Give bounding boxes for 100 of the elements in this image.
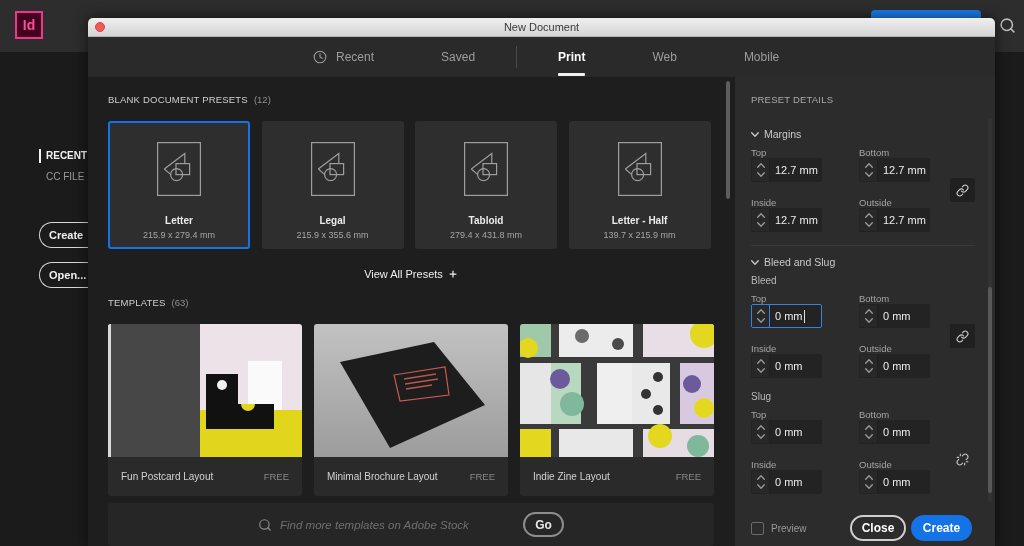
chevron-up-icon[interactable] <box>756 359 765 364</box>
section-title: TEMPLATES <box>108 297 166 309</box>
chevron-down-icon[interactable] <box>864 434 873 439</box>
number-field[interactable]: 0 mm <box>859 304 930 328</box>
chevron-down-icon[interactable] <box>756 172 765 177</box>
close-button[interactable] <box>95 22 105 32</box>
section-toggle[interactable]: Margins <box>751 128 802 140</box>
field-label: Inside <box>751 198 777 208</box>
template-card[interactable]: Fun Postcard Layout FREE <box>108 324 302 496</box>
field-label: Outside <box>859 198 892 208</box>
tab[interactable]: Web <box>652 37 677 77</box>
field-label: Inside <box>751 344 777 354</box>
preset-card[interactable]: Letter 215.9 x 279.4 mm <box>108 121 250 249</box>
go-button[interactable]: Go <box>523 512 564 537</box>
stepper[interactable] <box>860 159 878 181</box>
tab[interactable]: Mobile <box>743 37 780 77</box>
search-field[interactable]: Find more templates on Adobe Stock <box>280 518 475 531</box>
tab[interactable]: Recent <box>313 37 375 77</box>
stepper[interactable] <box>752 305 770 327</box>
field-value: 0 mm <box>882 476 911 488</box>
field-value: 0 mm <box>882 360 911 372</box>
chevron-down-icon[interactable] <box>756 484 765 489</box>
tab[interactable]: Print <box>558 37 586 77</box>
stepper[interactable] <box>860 471 878 493</box>
template-price: FREE <box>675 471 701 482</box>
preview-checkbox[interactable] <box>751 521 764 535</box>
tab[interactable]: Saved <box>441 37 476 77</box>
chevron-down-icon[interactable] <box>756 222 765 227</box>
template-name: Minimal Brochure Layout <box>327 471 438 482</box>
number-field[interactable]: 0 mm <box>751 354 822 378</box>
chevron-up-icon[interactable] <box>756 425 765 430</box>
window-title: New Document <box>503 21 580 33</box>
group-label: Slug <box>751 391 772 403</box>
chevron-down-icon[interactable] <box>864 222 873 227</box>
number-field[interactable]: 12.7 mm <box>859 208 930 232</box>
chevron-up-icon[interactable] <box>756 309 765 314</box>
chevron-down-icon[interactable] <box>864 172 873 177</box>
chevron-up-icon[interactable] <box>864 425 873 430</box>
chevron-up-icon[interactable] <box>756 163 765 168</box>
number-field[interactable]: 0 mm <box>859 420 930 444</box>
sidebar-item[interactable]: CC FILE <box>39 170 85 184</box>
field-value: 0 mm <box>882 426 911 438</box>
stepper[interactable] <box>752 471 770 493</box>
stepper[interactable] <box>752 159 770 181</box>
stepper[interactable] <box>860 209 878 231</box>
number-field[interactable]: 0 mm <box>859 470 930 494</box>
section-title: BLANK DOCUMENT PRESETS <box>108 94 248 106</box>
close-button[interactable]: Close <box>850 515 906 541</box>
chevron-down-icon[interactable] <box>864 368 873 373</box>
link-button[interactable] <box>950 178 975 202</box>
section-toggle[interactable]: Bleed and Slug <box>751 256 836 268</box>
chevron-up-icon[interactable] <box>864 163 873 168</box>
search-icon[interactable] <box>999 17 1016 34</box>
chevron-down-icon[interactable] <box>864 318 873 323</box>
field-value: 12.7 mm <box>882 164 926 176</box>
field-value: 12.7 mm <box>882 214 926 226</box>
preset-size: 215.9 x 355.6 mm <box>296 229 369 241</box>
number-field[interactable]: 12.7 mm <box>751 208 822 232</box>
field-label: Outside <box>859 344 892 354</box>
preset-card[interactable]: Legal 215.9 x 355.6 mm <box>261 121 404 249</box>
number-field[interactable]: 0 mm <box>859 354 930 378</box>
field-value: 0 mm <box>774 360 803 372</box>
chevron-up-icon[interactable] <box>756 475 765 480</box>
create-button[interactable]: Create <box>911 515 972 541</box>
template-card[interactable]: Minimal Brochure Layout FREE <box>314 324 508 496</box>
scrollbar-thumb[interactable] <box>988 287 992 493</box>
number-field[interactable]: 0 mm <box>751 470 822 494</box>
unlink-button[interactable] <box>956 452 969 466</box>
document-icon <box>617 142 662 196</box>
chevron-up-icon[interactable] <box>864 475 873 480</box>
chevron-up-icon[interactable] <box>864 309 873 314</box>
stepper[interactable] <box>860 305 878 327</box>
number-field[interactable]: 0 mm <box>751 304 822 328</box>
number-field[interactable]: 12.7 mm <box>751 158 822 182</box>
chevron-up-icon[interactable] <box>864 213 873 218</box>
stepper[interactable] <box>860 421 878 443</box>
clock-icon <box>313 50 327 64</box>
field-value: 12.7 mm <box>774 214 818 226</box>
stepper[interactable] <box>752 421 770 443</box>
preset-card[interactable]: Tabloid 279.4 x 431.8 mm <box>415 121 557 249</box>
preset-name: Letter <box>165 215 193 227</box>
chevron-down-icon[interactable] <box>756 368 765 373</box>
stepper[interactable] <box>752 209 770 231</box>
chevron-down-icon[interactable] <box>756 434 765 439</box>
field-label: Top <box>751 294 767 304</box>
app-logo: Id <box>15 11 43 39</box>
preset-card[interactable]: Letter - Half 139.7 x 215.9 mm <box>568 121 711 249</box>
chevron-up-icon[interactable] <box>864 359 873 364</box>
item-count: (63) <box>171 297 189 309</box>
number-field[interactable]: 12.7 mm <box>859 158 930 182</box>
chevron-down-icon[interactable] <box>864 484 873 489</box>
chevron-up-icon[interactable] <box>756 213 765 218</box>
stepper[interactable] <box>752 355 770 377</box>
link-button[interactable] <box>950 324 975 348</box>
chevron-down-icon[interactable] <box>756 318 765 323</box>
stepper[interactable] <box>860 355 878 377</box>
number-field[interactable]: 0 mm <box>751 420 822 444</box>
template-card[interactable]: Indie Zine Layout FREE <box>520 324 714 496</box>
scrollbar-thumb[interactable] <box>726 81 730 199</box>
view-all-presets-button[interactable]: View All Presets <box>364 268 458 280</box>
